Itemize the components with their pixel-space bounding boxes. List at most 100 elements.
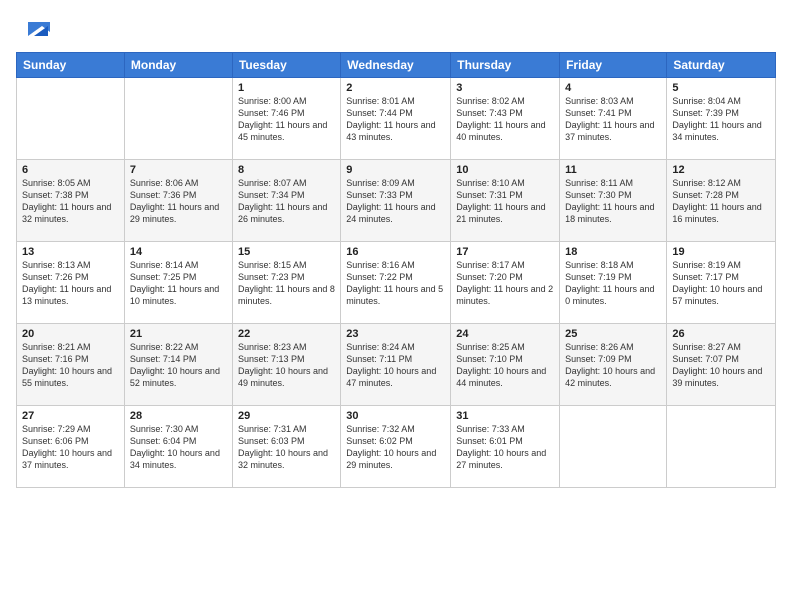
calendar-day-15: 15Sunrise: 8:15 AM Sunset: 7:23 PM Dayli… [232,242,340,324]
day-number: 15 [238,246,335,258]
day-number: 24 [456,328,554,340]
day-info: Sunrise: 8:03 AM Sunset: 7:41 PM Dayligh… [565,95,661,144]
calendar-empty [560,406,667,488]
day-number: 30 [346,410,445,422]
day-number: 13 [22,246,119,258]
day-number: 28 [130,410,227,422]
calendar-day-4: 4Sunrise: 8:03 AM Sunset: 7:41 PM Daylig… [560,78,667,160]
calendar-day-21: 21Sunrise: 8:22 AM Sunset: 7:14 PM Dayli… [124,324,232,406]
day-info: Sunrise: 8:19 AM Sunset: 7:17 PM Dayligh… [672,259,770,308]
calendar-week-row: 1Sunrise: 8:00 AM Sunset: 7:46 PM Daylig… [17,78,776,160]
day-info: Sunrise: 8:09 AM Sunset: 7:33 PM Dayligh… [346,177,445,226]
day-info: Sunrise: 8:14 AM Sunset: 7:25 PM Dayligh… [130,259,227,308]
day-number: 8 [238,164,335,176]
calendar-table: SundayMondayTuesdayWednesdayThursdayFrid… [16,52,776,488]
calendar-day-3: 3Sunrise: 8:02 AM Sunset: 7:43 PM Daylig… [451,78,560,160]
day-number: 11 [565,164,661,176]
calendar-day-25: 25Sunrise: 8:26 AM Sunset: 7:09 PM Dayli… [560,324,667,406]
day-number: 20 [22,328,119,340]
day-number: 21 [130,328,227,340]
day-info: Sunrise: 7:29 AM Sunset: 6:06 PM Dayligh… [22,423,119,472]
day-info: Sunrise: 7:30 AM Sunset: 6:04 PM Dayligh… [130,423,227,472]
day-info: Sunrise: 8:00 AM Sunset: 7:46 PM Dayligh… [238,95,335,144]
day-info: Sunrise: 8:01 AM Sunset: 7:44 PM Dayligh… [346,95,445,144]
calendar-day-16: 16Sunrise: 8:16 AM Sunset: 7:22 PM Dayli… [341,242,451,324]
day-info: Sunrise: 8:15 AM Sunset: 7:23 PM Dayligh… [238,259,335,308]
day-number: 12 [672,164,770,176]
day-number: 26 [672,328,770,340]
day-info: Sunrise: 8:16 AM Sunset: 7:22 PM Dayligh… [346,259,445,308]
day-number: 4 [565,82,661,94]
page: SundayMondayTuesdayWednesdayThursdayFrid… [0,0,792,612]
calendar-day-12: 12Sunrise: 8:12 AM Sunset: 7:28 PM Dayli… [667,160,776,242]
calendar-header-thursday: Thursday [451,53,560,78]
calendar-day-9: 9Sunrise: 8:09 AM Sunset: 7:33 PM Daylig… [341,160,451,242]
day-number: 22 [238,328,335,340]
calendar-day-22: 22Sunrise: 8:23 AM Sunset: 7:13 PM Dayli… [232,324,340,406]
day-number: 29 [238,410,335,422]
day-number: 25 [565,328,661,340]
calendar-day-27: 27Sunrise: 7:29 AM Sunset: 6:06 PM Dayli… [17,406,125,488]
calendar-header-saturday: Saturday [667,53,776,78]
day-number: 1 [238,82,335,94]
day-number: 19 [672,246,770,258]
calendar-header-wednesday: Wednesday [341,53,451,78]
day-number: 14 [130,246,227,258]
calendar-day-26: 26Sunrise: 8:27 AM Sunset: 7:07 PM Dayli… [667,324,776,406]
day-number: 10 [456,164,554,176]
calendar-week-row: 20Sunrise: 8:21 AM Sunset: 7:16 PM Dayli… [17,324,776,406]
day-number: 6 [22,164,119,176]
day-info: Sunrise: 8:23 AM Sunset: 7:13 PM Dayligh… [238,341,335,390]
calendar-day-18: 18Sunrise: 8:18 AM Sunset: 7:19 PM Dayli… [560,242,667,324]
day-number: 17 [456,246,554,258]
day-number: 18 [565,246,661,258]
calendar-header-sunday: Sunday [17,53,125,78]
calendar-day-28: 28Sunrise: 7:30 AM Sunset: 6:04 PM Dayli… [124,406,232,488]
calendar-week-row: 13Sunrise: 8:13 AM Sunset: 7:26 PM Dayli… [17,242,776,324]
day-number: 23 [346,328,445,340]
day-info: Sunrise: 8:22 AM Sunset: 7:14 PM Dayligh… [130,341,227,390]
calendar-header-row: SundayMondayTuesdayWednesdayThursdayFrid… [17,53,776,78]
calendar-day-14: 14Sunrise: 8:14 AM Sunset: 7:25 PM Dayli… [124,242,232,324]
calendar-day-24: 24Sunrise: 8:25 AM Sunset: 7:10 PM Dayli… [451,324,560,406]
calendar-day-20: 20Sunrise: 8:21 AM Sunset: 7:16 PM Dayli… [17,324,125,406]
day-info: Sunrise: 8:11 AM Sunset: 7:30 PM Dayligh… [565,177,661,226]
calendar-day-1: 1Sunrise: 8:00 AM Sunset: 7:46 PM Daylig… [232,78,340,160]
day-info: Sunrise: 7:33 AM Sunset: 6:01 PM Dayligh… [456,423,554,472]
day-info: Sunrise: 8:12 AM Sunset: 7:28 PM Dayligh… [672,177,770,226]
calendar-day-23: 23Sunrise: 8:24 AM Sunset: 7:11 PM Dayli… [341,324,451,406]
day-info: Sunrise: 8:21 AM Sunset: 7:16 PM Dayligh… [22,341,119,390]
calendar-day-10: 10Sunrise: 8:10 AM Sunset: 7:31 PM Dayli… [451,160,560,242]
day-info: Sunrise: 8:24 AM Sunset: 7:11 PM Dayligh… [346,341,445,390]
day-info: Sunrise: 7:31 AM Sunset: 6:03 PM Dayligh… [238,423,335,472]
calendar-day-2: 2Sunrise: 8:01 AM Sunset: 7:44 PM Daylig… [341,78,451,160]
day-info: Sunrise: 8:04 AM Sunset: 7:39 PM Dayligh… [672,95,770,144]
calendar-day-11: 11Sunrise: 8:11 AM Sunset: 7:30 PM Dayli… [560,160,667,242]
calendar-day-6: 6Sunrise: 8:05 AM Sunset: 7:38 PM Daylig… [17,160,125,242]
day-number: 27 [22,410,119,422]
calendar-day-5: 5Sunrise: 8:04 AM Sunset: 7:39 PM Daylig… [667,78,776,160]
calendar-day-7: 7Sunrise: 8:06 AM Sunset: 7:36 PM Daylig… [124,160,232,242]
day-number: 9 [346,164,445,176]
day-info: Sunrise: 8:06 AM Sunset: 7:36 PM Dayligh… [130,177,227,226]
calendar-day-17: 17Sunrise: 8:17 AM Sunset: 7:20 PM Dayli… [451,242,560,324]
day-info: Sunrise: 8:26 AM Sunset: 7:09 PM Dayligh… [565,341,661,390]
calendar-header-tuesday: Tuesday [232,53,340,78]
calendar-day-19: 19Sunrise: 8:19 AM Sunset: 7:17 PM Dayli… [667,242,776,324]
calendar-empty [667,406,776,488]
day-info: Sunrise: 7:32 AM Sunset: 6:02 PM Dayligh… [346,423,445,472]
day-number: 3 [456,82,554,94]
day-number: 5 [672,82,770,94]
calendar-week-row: 27Sunrise: 7:29 AM Sunset: 6:06 PM Dayli… [17,406,776,488]
day-info: Sunrise: 8:17 AM Sunset: 7:20 PM Dayligh… [456,259,554,308]
day-info: Sunrise: 8:18 AM Sunset: 7:19 PM Dayligh… [565,259,661,308]
calendar-day-31: 31Sunrise: 7:33 AM Sunset: 6:01 PM Dayli… [451,406,560,488]
calendar-day-13: 13Sunrise: 8:13 AM Sunset: 7:26 PM Dayli… [17,242,125,324]
calendar-day-30: 30Sunrise: 7:32 AM Sunset: 6:02 PM Dayli… [341,406,451,488]
day-number: 7 [130,164,227,176]
calendar-day-8: 8Sunrise: 8:07 AM Sunset: 7:34 PM Daylig… [232,160,340,242]
calendar-day-29: 29Sunrise: 7:31 AM Sunset: 6:03 PM Dayli… [232,406,340,488]
calendar-header-friday: Friday [560,53,667,78]
calendar-week-row: 6Sunrise: 8:05 AM Sunset: 7:38 PM Daylig… [17,160,776,242]
calendar-empty [17,78,125,160]
